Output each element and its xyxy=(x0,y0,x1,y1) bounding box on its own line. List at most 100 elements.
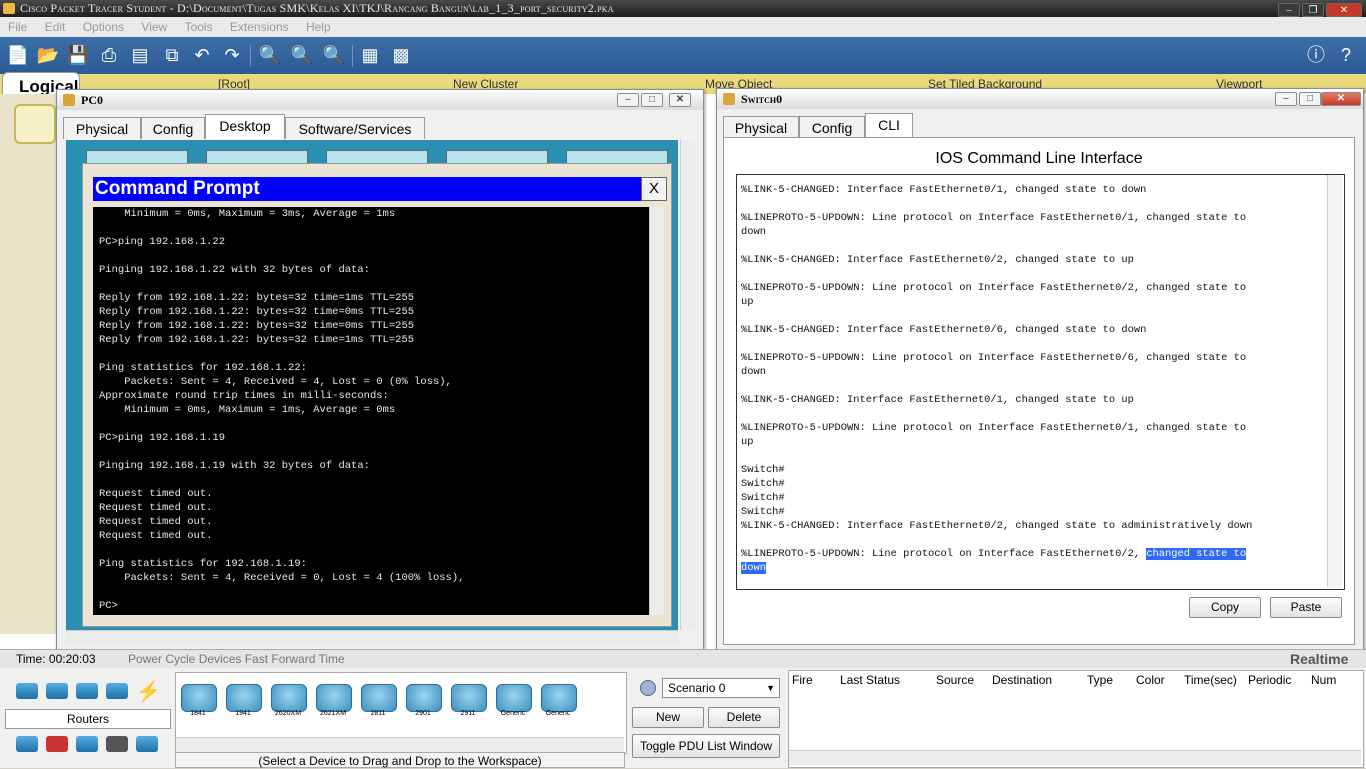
command-prompt-terminal[interactable]: Minimum = 0ms, Maximum = 3ms, Average = … xyxy=(93,207,649,615)
device-label: Generic xyxy=(545,710,571,717)
device-tile[interactable]: Generic xyxy=(495,683,532,719)
redo-icon[interactable]: ↷ xyxy=(220,43,244,67)
tab-physical[interactable]: Physical xyxy=(723,116,799,138)
device-tile[interactable]: 2620XM xyxy=(270,683,307,719)
router-icon xyxy=(181,684,217,712)
device-tile[interactable]: Generic xyxy=(540,683,577,719)
scenario-info-icon[interactable] xyxy=(640,680,656,696)
switch0-close-button[interactable]: ✕ xyxy=(1321,92,1361,106)
pc0-minimize-button[interactable]: – xyxy=(617,93,639,107)
command-prompt-output: Minimum = 0ms, Maximum = 3ms, Average = … xyxy=(99,208,465,612)
device-hint: (Select a Device to Drag and Drop to the… xyxy=(175,752,625,768)
new-scenario-button[interactable]: New xyxy=(632,707,704,728)
scenario-select[interactable]: Scenario 0 ▼ xyxy=(662,678,780,698)
custom-devices-category-icon[interactable] xyxy=(106,736,128,752)
connections-category-icon[interactable]: ⚡ xyxy=(136,679,161,704)
command-prompt-close-button[interactable]: X xyxy=(641,177,667,201)
realtime-mode-label[interactable]: Realtime xyxy=(1290,651,1348,667)
help-icon[interactable]: ? xyxy=(1334,43,1358,67)
tab-desktop[interactable]: Desktop xyxy=(205,114,285,139)
router-icon xyxy=(406,684,442,712)
menu-view[interactable]: View xyxy=(141,20,167,34)
device-list-scrollbar[interactable] xyxy=(176,737,624,752)
switch0-maximize-button[interactable]: □ xyxy=(1299,92,1321,106)
device-tile[interactable]: 1941 xyxy=(225,683,262,719)
column-destination[interactable]: Destination xyxy=(992,673,1052,687)
wireless-category-icon[interactable] xyxy=(106,683,128,699)
pdu-list-scrollbar[interactable] xyxy=(789,750,1361,765)
command-prompt-title: Command Prompt xyxy=(93,177,643,201)
tab-physical[interactable]: Physical xyxy=(63,117,141,139)
print-icon[interactable]: ⎙ xyxy=(97,43,121,67)
device-tile[interactable]: 2901 xyxy=(405,683,442,719)
zoom-out-icon[interactable]: 🔍 xyxy=(322,43,346,67)
paste-button[interactable]: Paste xyxy=(1270,597,1342,618)
router-icon xyxy=(271,684,307,712)
activity-wizard-icon[interactable]: ▤ xyxy=(128,43,152,67)
main-toolbar: 📄 📂 💾 ⎙ ▤ ⧉ ↶ ↷ 🔍 🔍 🔍 ▦ ▩ ⓘ ? xyxy=(0,37,1366,74)
column-fire[interactable]: Fire xyxy=(792,673,813,687)
pc0-maximize-button[interactable]: □ xyxy=(641,93,663,107)
column-time[interactable]: Time(sec) xyxy=(1184,673,1237,687)
zoom-reset-icon[interactable]: 🔍 xyxy=(290,43,314,67)
open-folder-icon[interactable]: 📂 xyxy=(36,43,60,67)
app-title-bar: Cisco Packet Tracer Student - D:\Documen… xyxy=(0,0,1366,17)
zoom-in-icon[interactable]: 🔍 xyxy=(258,43,282,67)
device-tile[interactable]: 1841 xyxy=(180,683,217,719)
info-icon[interactable]: ⓘ xyxy=(1304,43,1328,67)
toolbar-separator xyxy=(250,45,251,67)
menu-options[interactable]: Options xyxy=(83,20,124,34)
end-devices-category-icon[interactable] xyxy=(16,736,38,752)
hubs-category-icon[interactable] xyxy=(76,683,98,699)
switches-category-icon[interactable] xyxy=(46,683,68,699)
column-source[interactable]: Source xyxy=(936,673,974,687)
device-label: 2621XM xyxy=(319,710,347,717)
routers-category-icon[interactable] xyxy=(16,683,38,699)
menu-tools[interactable]: Tools xyxy=(185,20,213,34)
cli-scrollbar[interactable] xyxy=(1327,175,1342,587)
restore-button[interactable]: ❐ xyxy=(1302,3,1324,17)
tab-config[interactable]: Config xyxy=(799,116,865,138)
desktop-vertical-scrollbar[interactable] xyxy=(680,140,695,630)
switch0-minimize-button[interactable]: – xyxy=(1275,92,1297,106)
cli-terminal[interactable]: %LINK-5-CHANGED: Interface FastEthernet0… xyxy=(736,174,1345,590)
copy-icon[interactable]: ⧉ xyxy=(160,43,184,67)
multiuser-category-icon[interactable] xyxy=(136,736,158,752)
save-icon[interactable]: 💾 xyxy=(66,43,90,67)
security-category-icon[interactable] xyxy=(46,736,68,752)
router-icon xyxy=(451,684,487,712)
new-file-icon[interactable]: 📄 xyxy=(6,43,30,67)
menu-file[interactable]: File xyxy=(8,20,27,34)
device-tile[interactable]: 2911 xyxy=(450,683,487,719)
router-icon xyxy=(541,684,577,712)
device-label: 2620XM xyxy=(274,710,302,717)
column-periodic[interactable]: Periodic xyxy=(1248,673,1291,687)
column-num[interactable]: Num xyxy=(1311,673,1336,687)
undo-icon[interactable]: ↶ xyxy=(190,43,214,67)
tab-software-services[interactable]: Software/Services xyxy=(285,117,425,139)
column-color[interactable]: Color xyxy=(1136,673,1165,687)
desktop-horizontal-scrollbar[interactable] xyxy=(66,630,678,645)
pc0-close-button[interactable]: ✕ xyxy=(669,93,691,107)
copy-button[interactable]: Copy xyxy=(1189,597,1261,618)
terminal-scrollbar[interactable] xyxy=(649,207,664,615)
toggle-pdu-list-button[interactable]: Toggle PDU List Window xyxy=(632,734,780,758)
menu-extensions[interactable]: Extensions xyxy=(230,20,289,34)
device-tile[interactable]: 2621XM xyxy=(315,683,352,719)
tab-config[interactable]: Config xyxy=(141,117,205,139)
column-type[interactable]: Type xyxy=(1087,673,1113,687)
minimize-button[interactable]: – xyxy=(1278,3,1300,17)
power-cycle-fast-forward[interactable]: Power Cycle Devices Fast Forward Time xyxy=(128,652,345,666)
device-tile[interactable]: 2811 xyxy=(360,683,397,719)
packet-tracer-app-icon xyxy=(3,3,15,14)
wan-emulation-category-icon[interactable] xyxy=(76,736,98,752)
menu-help[interactable]: Help xyxy=(306,20,331,34)
column-last-status[interactable]: Last Status xyxy=(840,673,900,687)
close-button[interactable]: ✕ xyxy=(1326,3,1362,17)
navigation-icon[interactable] xyxy=(14,104,56,144)
custom-device-icon[interactable]: ▩ xyxy=(389,43,413,67)
palette-icon[interactable]: ▦ xyxy=(358,43,382,67)
menu-edit[interactable]: Edit xyxy=(45,20,66,34)
delete-scenario-button[interactable]: Delete xyxy=(708,707,780,728)
tab-cli[interactable]: CLI xyxy=(865,113,913,138)
